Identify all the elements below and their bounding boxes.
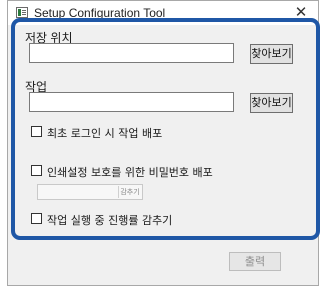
save-location-input[interactable] (29, 43, 234, 63)
password-input: 감추기 (37, 184, 143, 200)
first-login-checkbox[interactable] (31, 126, 42, 137)
hide-progress-label: 작업 실행 중 진행률 감추기 (47, 214, 173, 227)
password-checkbox[interactable] (31, 165, 42, 176)
password-hide-toggle: 감추기 (118, 186, 141, 198)
hide-progress-checkbox[interactable] (31, 213, 42, 224)
password-option-label: 인쇄설정 보호를 위한 비밀번호 배포 (47, 166, 213, 179)
first-login-label: 최초 로그인 시 작업 배포 (47, 127, 163, 140)
job-input[interactable] (29, 92, 234, 112)
browse-job-button[interactable]: 찾아보기 (250, 93, 293, 113)
app-settings-icon (16, 7, 28, 18)
browse-save-location-button[interactable]: 찾아보기 (250, 44, 293, 64)
print-button[interactable]: 출력 (229, 252, 281, 271)
